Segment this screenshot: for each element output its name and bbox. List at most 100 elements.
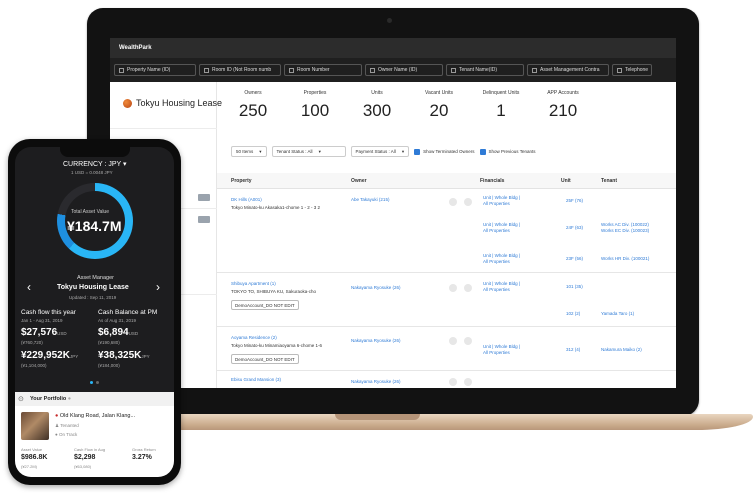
laptop-screen: WealthPark Property Name (ID) Room ID (N… bbox=[110, 38, 676, 388]
row-divider bbox=[217, 326, 676, 327]
filter-icon bbox=[370, 67, 375, 73]
tenant-link[interactable]: Yamada Taro (1) bbox=[601, 311, 634, 316]
financials-link[interactable]: Unit | Whole Bldg | bbox=[483, 195, 520, 200]
col-owner[interactable]: Owner bbox=[351, 178, 367, 184]
tenant-link[interactable]: Nakamura Maiko (2) bbox=[601, 347, 642, 352]
cash-flow-sub: (¥760,720) bbox=[21, 340, 43, 345]
message-icon[interactable] bbox=[449, 337, 457, 345]
filter-room-number[interactable]: Room Number bbox=[284, 64, 362, 76]
show-terminated-owners-checkbox[interactable]: Show Terminated Owners bbox=[414, 148, 475, 155]
financials-link[interactable]: Unit | Whole Bldg | bbox=[483, 253, 520, 258]
financials-link[interactable]: All Properties bbox=[483, 201, 510, 206]
tag-badge bbox=[198, 216, 210, 223]
divider bbox=[110, 128, 217, 129]
updated-date: Updated : Sep 11, 2019 bbox=[69, 295, 117, 300]
chevron-right-icon[interactable]: › bbox=[156, 280, 160, 294]
chevron-left-icon[interactable]: ‹ bbox=[27, 280, 31, 294]
property-link[interactable]: Aoyama Residence (2) bbox=[231, 335, 277, 340]
property-link[interactable]: Ebisu Grand Mansion (3) bbox=[231, 377, 281, 382]
filter-tenant-name[interactable]: Tenant Name(ID) bbox=[446, 64, 524, 76]
unit-link[interactable]: 24F (63) bbox=[566, 225, 583, 230]
unit-link[interactable]: 23F (56) bbox=[566, 256, 583, 261]
filter-property-name[interactable]: Property Name (ID) bbox=[114, 64, 196, 76]
message-icon[interactable] bbox=[449, 284, 457, 292]
folder-icon[interactable] bbox=[464, 378, 472, 386]
stat-vacant-units[interactable]: Vacant Units 20 bbox=[408, 90, 470, 121]
filter-room-id[interactable]: Room ID (Not Room numb bbox=[199, 64, 281, 76]
property-link[interactable]: Shibuya Apartment (1) bbox=[231, 281, 276, 286]
folder-icon[interactable] bbox=[464, 284, 472, 292]
page-dots bbox=[90, 381, 99, 384]
page-dot-active bbox=[90, 381, 93, 384]
filter-icon bbox=[289, 67, 294, 73]
gross-return-label: Gross Return bbox=[132, 447, 156, 452]
col-tenant[interactable]: Tenant bbox=[601, 178, 617, 184]
payment-status-select[interactable]: Payment Status : All ▾ bbox=[350, 146, 410, 157]
filter-asset-management[interactable]: Asset Management Contra bbox=[527, 64, 609, 76]
cash-flow-usd: $27,576USD bbox=[21, 327, 67, 338]
stat-units[interactable]: Units 300 bbox=[346, 90, 408, 121]
page-dot bbox=[96, 381, 99, 384]
filter-bar: Property Name (ID) Room ID (Not Room num… bbox=[110, 58, 676, 82]
chevron-down-icon: ▾ bbox=[259, 148, 262, 154]
gross-return: 3.27% bbox=[132, 454, 152, 461]
col-financials[interactable]: Financials bbox=[480, 178, 504, 184]
stat-properties[interactable]: Properties 100 bbox=[284, 90, 346, 121]
filter-icon bbox=[532, 67, 537, 73]
checkbox-checked-icon bbox=[414, 148, 421, 155]
folder-icon[interactable] bbox=[464, 337, 472, 345]
filter-owner-name[interactable]: Owner Name (ID) bbox=[365, 64, 443, 76]
owner-link[interactable]: Nakayama Ryosuke (26) bbox=[351, 338, 401, 343]
unit-link[interactable]: 101 (35) bbox=[566, 284, 583, 289]
currency-selector[interactable]: CURRENCY : JPY ▾ bbox=[63, 160, 127, 168]
unit-link[interactable]: 25F (76) bbox=[566, 198, 583, 203]
financials-link[interactable]: All Properties bbox=[483, 350, 510, 355]
cash-balance-label: Cash Balance at PM bbox=[98, 309, 158, 316]
financials-link[interactable]: Unit | Whole Bldg | bbox=[483, 222, 520, 227]
owner-link[interactable]: Nakayama Ryosuke (26) bbox=[351, 379, 401, 384]
items-per-page-select[interactable]: 50 Items ▾ bbox=[231, 146, 267, 157]
col-unit[interactable]: Unit bbox=[561, 178, 571, 184]
owner-link[interactable]: Abe Takayuki (215) bbox=[351, 197, 389, 202]
financials-link[interactable]: All Properties bbox=[483, 287, 510, 292]
demo-account-tag: DemoAccount_DO NOT EDIT bbox=[231, 354, 299, 364]
unit-link[interactable]: 102 (2) bbox=[566, 311, 580, 316]
financials-link[interactable]: All Properties bbox=[483, 228, 510, 233]
asset-value-sub: (¥27.2M) bbox=[21, 464, 38, 469]
filter-telephone[interactable]: Telephone bbox=[612, 64, 652, 76]
table-header: Property Owner Financials Unit Tenant bbox=[217, 173, 676, 189]
brand: Tokyu Housing Lease bbox=[123, 98, 222, 108]
portfolio-icon: ⊙ bbox=[18, 396, 24, 403]
tenant-link[interactable]: Works EC Div. (100023) bbox=[601, 228, 649, 233]
tenant-status-select[interactable]: Tenant Status : All ▾ bbox=[271, 146, 346, 157]
chevron-down-icon: ▾ bbox=[318, 148, 321, 154]
portfolio-card[interactable]: Your Portfolio ● ⊙ ● Old Klang Road, Jal… bbox=[15, 392, 174, 477]
tenant-link[interactable]: Works HR Div. (100021) bbox=[601, 256, 649, 261]
folder-icon[interactable] bbox=[464, 198, 472, 206]
financials-link[interactable]: All Properties bbox=[483, 259, 510, 264]
unit-link[interactable]: 312 (4) bbox=[566, 347, 580, 352]
phone-notch bbox=[60, 147, 130, 157]
cashflow-aug-label: Cash Flow in Aug bbox=[74, 447, 106, 452]
financials-link[interactable]: Unit | Whole Bldg | bbox=[483, 281, 520, 286]
stat-delinquent-units[interactable]: Delinquent Units 1 bbox=[470, 90, 532, 121]
tenant-link[interactable]: Works AC Div. (100022) bbox=[601, 222, 649, 227]
owner-link[interactable]: Nakayama Ryosuke (26) bbox=[351, 285, 401, 290]
message-icon[interactable] bbox=[449, 198, 457, 206]
laptop-bezel-bottom bbox=[100, 388, 686, 408]
property-link[interactable]: DK Hills (A001) bbox=[231, 197, 262, 202]
show-previous-tenants-checkbox[interactable]: Show Previous Tenants bbox=[479, 148, 535, 155]
status-on-track: ● On Track bbox=[55, 432, 78, 437]
brand-logo-icon bbox=[123, 98, 132, 108]
col-property[interactable]: Property bbox=[231, 178, 252, 184]
stage: WealthPark Property Name (ID) Room ID (N… bbox=[0, 0, 753, 493]
stat-app-accounts[interactable]: APP Accounts 210 bbox=[532, 90, 594, 121]
cash-flow-label: Cash flow this year bbox=[21, 309, 76, 316]
asset-value: $986.8K bbox=[21, 454, 48, 461]
row-divider bbox=[217, 370, 676, 371]
message-icon[interactable] bbox=[449, 378, 457, 386]
financials-link[interactable]: Unit | Whole Bldg | bbox=[483, 344, 520, 349]
cash-balance-sub: (¥190,680) bbox=[98, 340, 120, 345]
stat-owners[interactable]: Owners 250 bbox=[222, 90, 284, 121]
cash-balance-usd: $6,894USD bbox=[98, 327, 139, 338]
